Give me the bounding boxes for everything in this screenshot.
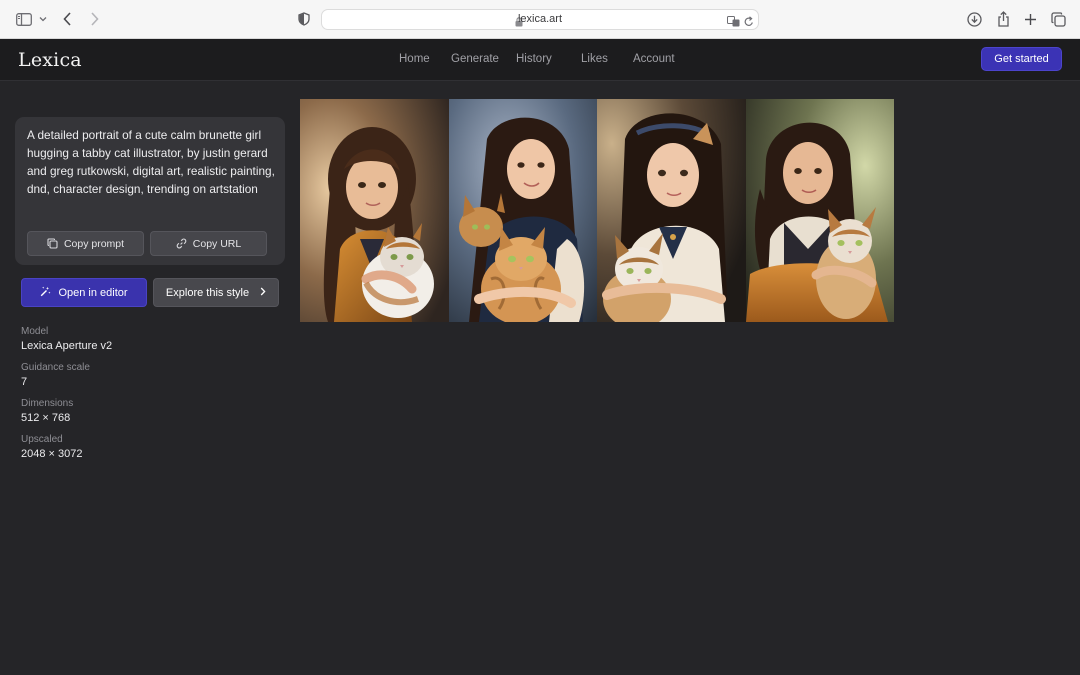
chevron-right-icon — [260, 287, 266, 299]
reload-icon[interactable] — [744, 14, 754, 32]
browser-toolbar: lexica.art — [0, 0, 1080, 39]
address-bar[interactable]: lexica.art — [321, 9, 759, 30]
meta-dimensions: Dimensions 512 × 768 — [21, 398, 73, 425]
meta-label: Upscaled — [21, 434, 63, 445]
nav-generate[interactable]: Generate — [451, 53, 499, 65]
nav-likes[interactable]: Likes — [581, 53, 608, 65]
url-text: lexica.art — [517, 13, 563, 25]
copy-prompt-button[interactable]: Copy prompt — [27, 231, 144, 256]
back-icon[interactable] — [60, 10, 74, 28]
sidebar-toggle-icon[interactable] — [15, 10, 33, 28]
get-started-button[interactable]: Get started — [981, 47, 1062, 71]
explore-style-button[interactable]: Explore this style — [153, 278, 279, 307]
nav-home[interactable]: Home — [399, 53, 430, 65]
new-tab-icon[interactable] — [1022, 10, 1038, 28]
copy-url-button[interactable]: Copy URL — [150, 231, 267, 256]
open-in-editor-button[interactable]: Open in editor — [21, 278, 147, 307]
open-in-editor-label: Open in editor — [58, 286, 128, 299]
nav-history[interactable]: History — [516, 53, 552, 65]
link-icon — [176, 238, 187, 249]
prompt-card: A detailed portrait of a cute calm brune… — [15, 117, 285, 265]
copy-icon — [47, 238, 58, 249]
chevron-down-icon[interactable] — [38, 10, 48, 28]
forward-icon[interactable] — [87, 10, 101, 28]
share-icon[interactable] — [995, 10, 1011, 28]
generated-image-2[interactable] — [448, 99, 597, 322]
meta-guidance-scale: Guidance scale 7 — [21, 362, 90, 389]
meta-value: 7 — [21, 376, 28, 388]
meta-value: Lexica Aperture v2 — [21, 340, 113, 352]
meta-value: 2048 × 3072 — [21, 448, 83, 460]
privacy-shield-icon[interactable] — [296, 10, 312, 28]
copy-prompt-label: Copy prompt — [63, 237, 125, 250]
prompt-text: A detailed portrait of a cute calm brune… — [27, 128, 275, 196]
magic-wand-icon — [40, 286, 51, 300]
image-strip — [300, 99, 894, 322]
site-logo[interactable]: Lexica — [18, 49, 82, 71]
nav-account[interactable]: Account — [633, 53, 675, 65]
downloads-icon[interactable] — [966, 10, 982, 28]
meta-label: Model — [21, 326, 49, 337]
tab-overview-icon[interactable] — [1050, 10, 1066, 28]
site-header: Lexica Home Generate History Likes Accou… — [0, 39, 1080, 81]
meta-model: Model Lexica Aperture v2 — [21, 326, 112, 353]
generated-image-4[interactable] — [745, 99, 894, 322]
generated-image-3[interactable] — [597, 99, 746, 322]
meta-label: Guidance scale — [21, 362, 90, 373]
explore-style-label: Explore this style — [165, 286, 250, 299]
meta-label: Dimensions — [21, 398, 74, 409]
translate-icon[interactable] — [727, 14, 740, 32]
copy-url-label: Copy URL — [192, 237, 242, 250]
generated-image-1[interactable] — [300, 99, 449, 322]
meta-value: 512 × 768 — [21, 412, 71, 424]
meta-upscaled: Upscaled 2048 × 3072 — [21, 434, 82, 461]
